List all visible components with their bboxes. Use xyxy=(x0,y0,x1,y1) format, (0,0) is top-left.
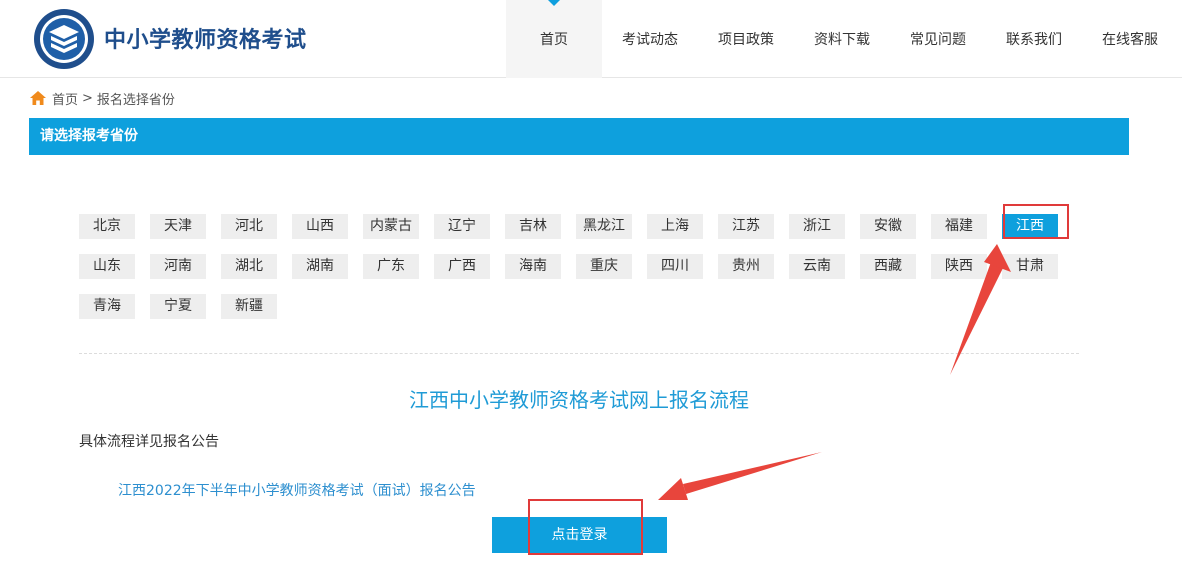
province-button[interactable]: 辽宁 xyxy=(434,214,490,239)
nav-policy[interactable]: 项目政策 xyxy=(698,0,794,78)
province-button[interactable]: 广西 xyxy=(434,254,490,279)
province-button[interactable]: 上海 xyxy=(647,214,703,239)
province-button[interactable]: 四川 xyxy=(647,254,703,279)
breadcrumb-home[interactable]: 首页 xyxy=(52,89,78,108)
main-nav: 首页 考试动态 项目政策 资料下载 常见问题 联系我们 在线客服 xyxy=(506,0,1178,78)
province-button[interactable]: 湖南 xyxy=(292,254,348,279)
province-button[interactable]: 广东 xyxy=(363,254,419,279)
province-button[interactable]: 安徽 xyxy=(860,214,916,239)
province-button[interactable]: 山东 xyxy=(79,254,135,279)
province-button[interactable]: 内蒙古 xyxy=(363,214,419,239)
nav-contact[interactable]: 联系我们 xyxy=(986,0,1082,78)
nav-home[interactable]: 首页 xyxy=(506,0,602,78)
flow-title: 江西中小学教师资格考试网上报名流程 xyxy=(409,388,749,412)
province-button[interactable]: 甘肃 xyxy=(1002,254,1058,279)
breadcrumb-separator: > xyxy=(82,90,93,106)
annotation-arrow-login xyxy=(658,452,822,500)
province-button[interactable]: 天津 xyxy=(150,214,206,239)
province-button[interactable]: 重庆 xyxy=(576,254,632,279)
province-button[interactable]: 西藏 xyxy=(860,254,916,279)
province-button[interactable]: 黑龙江 xyxy=(576,214,632,239)
site-title[interactable]: 中小学教师资格考试 xyxy=(104,22,307,54)
nav-online-service[interactable]: 在线客服 xyxy=(1082,0,1178,78)
province-button[interactable]: 河南 xyxy=(150,254,206,279)
province-button[interactable]: 山西 xyxy=(292,214,348,239)
divider xyxy=(79,353,1079,354)
section-title: 请选择报考省份 xyxy=(29,118,1129,155)
flow-note: 具体流程详见报名公告 xyxy=(79,434,219,450)
header: 中小学教师资格考试 首页 考试动态 项目政策 资料下载 常见问题 联系我们 在线… xyxy=(0,0,1182,78)
province-button[interactable]: 湖北 xyxy=(221,254,277,279)
notice-link[interactable]: 江西2022年下半年中小学教师资格考试（面试）报名公告 xyxy=(118,480,476,500)
breadcrumb-current: 报名选择省份 xyxy=(96,92,175,108)
breadcrumb: 首页 > 报名选择省份 xyxy=(30,89,175,108)
annotation-box-province xyxy=(1003,204,1069,239)
province-button[interactable]: 云南 xyxy=(789,254,845,279)
nav-faq[interactable]: 常见问题 xyxy=(890,0,986,78)
province-button[interactable]: 陕西 xyxy=(931,254,987,279)
province-button[interactable]: 新疆 xyxy=(221,294,277,319)
province-button[interactable]: 北京 xyxy=(79,214,135,239)
province-button[interactable]: 河北 xyxy=(221,214,277,239)
province-button[interactable]: 海南 xyxy=(505,254,561,279)
province-button[interactable]: 浙江 xyxy=(789,214,845,239)
annotation-box-login xyxy=(528,499,643,555)
province-button[interactable]: 贵州 xyxy=(718,254,774,279)
province-button[interactable]: 吉林 xyxy=(505,214,561,239)
nav-downloads[interactable]: 资料下载 xyxy=(794,0,890,78)
province-button[interactable]: 福建 xyxy=(931,214,987,239)
province-button[interactable]: 宁夏 xyxy=(150,294,206,319)
province-button[interactable]: 江苏 xyxy=(718,214,774,239)
logo-icon xyxy=(34,9,94,69)
province-button[interactable]: 青海 xyxy=(79,294,135,319)
page: 中小学教师资格考试 首页 考试动态 项目政策 资料下载 常见问题 联系我们 在线… xyxy=(0,0,1182,568)
nav-exam-news[interactable]: 考试动态 xyxy=(602,0,698,78)
home-icon[interactable] xyxy=(30,91,46,105)
